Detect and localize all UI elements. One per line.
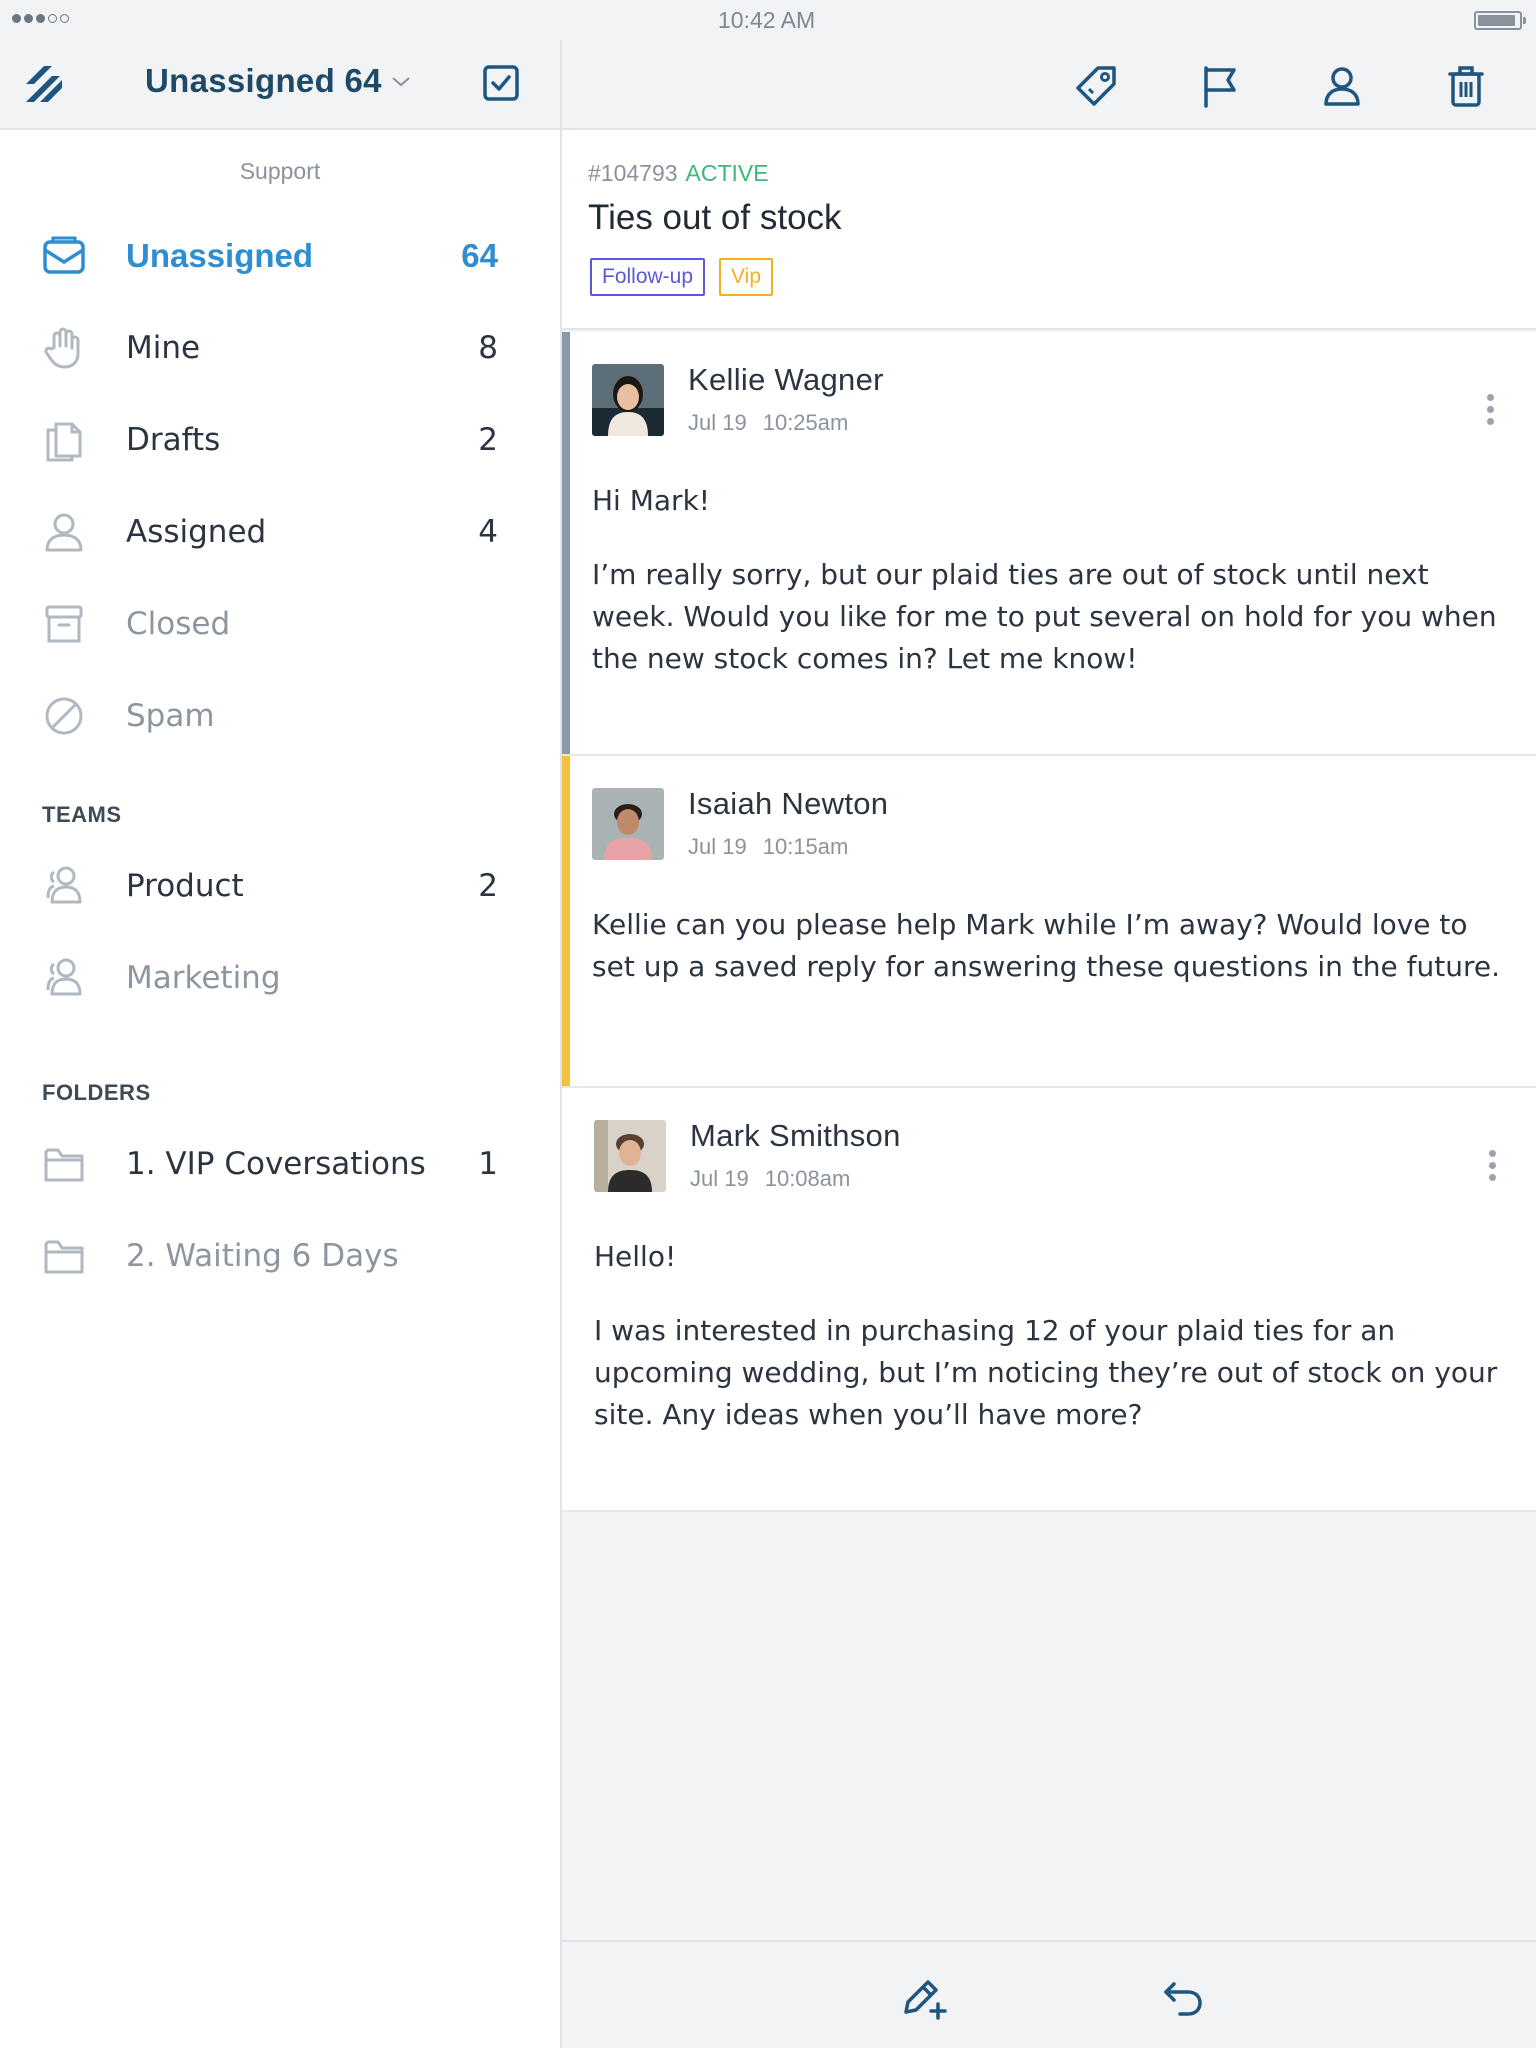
sidebar-item-mine[interactable]: Mine 8 [0, 302, 560, 394]
message-meta: Jul 19 10:08am [690, 1166, 850, 1192]
sidebar-item-label: Marketing [126, 960, 281, 996]
ticket-line: #104793 ACTIVE [588, 160, 769, 187]
message-paragraph: Hi Mark! [592, 484, 711, 517]
sidebar-item-label: 1. VIP Coversations [126, 1146, 426, 1182]
message-paragraph: I was interested in purchasing 12 of you… [594, 1314, 1498, 1431]
avatar[interactable] [592, 788, 664, 860]
sidebar-item-count: 64 [461, 237, 498, 274]
message-paragraph: Hello! [594, 1240, 677, 1273]
message-body: Hi Mark! I’m really sorry, but our plaid… [592, 480, 1506, 680]
message-time: 10:08am [764, 1166, 851, 1191]
folder-title-label: Unassigned 64 [145, 62, 382, 99]
folder-icon [44, 1148, 84, 1182]
sidebar-item-assigned[interactable]: Assigned 4 [0, 486, 560, 578]
message-author: Mark Smithson [690, 1118, 901, 1153]
sidebar-item-closed[interactable]: Closed [0, 578, 560, 670]
conversation-pane: #104793 ACTIVE Ties out of stock Follow-u… [562, 130, 1536, 1940]
folders-heading: FOLDERS [42, 1080, 151, 1105]
archive-icon [45, 605, 83, 643]
battery-icon [1474, 11, 1526, 30]
sidebar-item-product[interactable]: Product 2 [0, 840, 560, 932]
message-date: Jul 19 [688, 834, 747, 859]
hand-icon [44, 327, 80, 369]
sidebar-item-count: 8 [478, 330, 498, 366]
sidebar-item-vip-conversations[interactable]: 1. VIP Coversations 1 [0, 1118, 560, 1210]
sidebar-item-count: 4 [478, 514, 498, 550]
message-date: Jul 19 [688, 410, 747, 435]
message-accent-bar [562, 332, 570, 754]
sidebar-item-spam[interactable]: Spam [0, 670, 560, 762]
sidebar-item-label: Drafts [126, 422, 221, 458]
sidebar-item-label: Assigned [126, 514, 267, 550]
thread-message: Kellie Wagner Jul 19 10:25am Hi Mark! I’m… [562, 332, 1536, 756]
folder-icon [44, 1240, 84, 1274]
team-icon [46, 866, 82, 904]
sidebar-item-count: 1 [478, 1146, 498, 1182]
helpscout-logo-icon[interactable] [22, 62, 66, 106]
team-icon [46, 958, 82, 996]
trash-icon[interactable] [1442, 62, 1490, 110]
more-options-icon[interactable] [1484, 394, 1496, 428]
message-time: 10:25am [762, 410, 849, 435]
person-icon [45, 513, 83, 552]
message-author: Kellie Wagner [688, 362, 884, 397]
tag-follow-up[interactable]: Follow-up [590, 258, 706, 296]
sidebar-item-marketing[interactable]: Marketing [0, 932, 560, 1024]
sidebar-item-drafts[interactable]: Drafts 2 [0, 394, 560, 486]
spam-icon [45, 697, 83, 735]
conversation-header: #104793 ACTIVE Ties out of stock Follow-u… [562, 130, 1536, 330]
message-paragraph: Kellie can you please help Mark while I’… [592, 908, 1501, 983]
flag-icon[interactable] [1196, 62, 1244, 110]
status-bar: 10:42 AM [0, 0, 1536, 40]
folder-switcher[interactable]: Unassigned 64 [145, 62, 412, 100]
assign-user-icon[interactable] [1318, 62, 1366, 110]
tag-icon[interactable] [1072, 62, 1120, 110]
new-note-icon[interactable] [898, 1972, 948, 2022]
status-badge[interactable]: ACTIVE [686, 160, 769, 186]
message-time: 10:15am [762, 834, 849, 859]
pane-divider [560, 0, 562, 2048]
sidebar-item-label: Closed [126, 606, 231, 642]
more-options-icon[interactable] [1486, 1150, 1498, 1184]
message-meta: Jul 19 10:15am [688, 834, 848, 860]
message-body: Hello! I was interested in purchasing 12… [594, 1236, 1506, 1436]
ticket-number: #104793 [588, 160, 678, 186]
sidebar: Support Unassigned 64 Mine 8 Drafts 2 As… [0, 130, 560, 2048]
sidebar-item-waiting-6-days[interactable]: 2. Waiting 6 Days [0, 1210, 560, 1302]
message-body: Kellie can you please help Mark while I’… [592, 904, 1506, 988]
message-date: Jul 19 [690, 1166, 749, 1191]
bottom-action-bar [562, 1940, 1536, 2048]
reply-icon[interactable] [1158, 1972, 1208, 2022]
message-paragraph: I’m really sorry, but our plaid ties are… [592, 558, 1497, 675]
tag-list: Follow-up Vip [590, 258, 774, 296]
message-accent-bar [562, 756, 570, 1086]
teams-heading: TEAMS [42, 802, 122, 827]
avatar[interactable] [592, 364, 664, 436]
inbox-icon [43, 236, 85, 274]
sidebar-item-label: Spam [126, 698, 215, 734]
thread-message: Mark Smithson Jul 19 10:08am Hello! I was… [562, 1088, 1536, 1512]
sidebar-item-label: Mine [126, 330, 201, 366]
select-conversations-icon[interactable] [480, 62, 522, 104]
thread-note: Isaiah Newton Jul 19 10:15am Kellie can y… [562, 756, 1536, 1088]
signal-strength-icon [12, 14, 69, 23]
mailbox-name: Support [239, 158, 321, 184]
tag-vip[interactable]: Vip [719, 258, 774, 296]
drafts-icon [46, 422, 82, 462]
chevron-down-icon [392, 77, 410, 87]
message-meta: Jul 19 10:25am [688, 410, 848, 436]
sidebar-item-label: 2. Waiting 6 Days [126, 1238, 399, 1274]
message-author: Isaiah Newton [688, 786, 889, 821]
sidebar-item-label: Product [126, 868, 244, 904]
sidebar-item-label: Unassigned [126, 237, 314, 274]
sidebar-item-count: 2 [478, 868, 498, 904]
conversation-subject: Ties out of stock [588, 198, 842, 237]
status-time: 10:42 AM [718, 7, 816, 33]
avatar[interactable] [594, 1120, 666, 1192]
sidebar-item-count: 2 [478, 422, 498, 458]
sidebar-item-unassigned[interactable]: Unassigned 64 [0, 210, 560, 302]
